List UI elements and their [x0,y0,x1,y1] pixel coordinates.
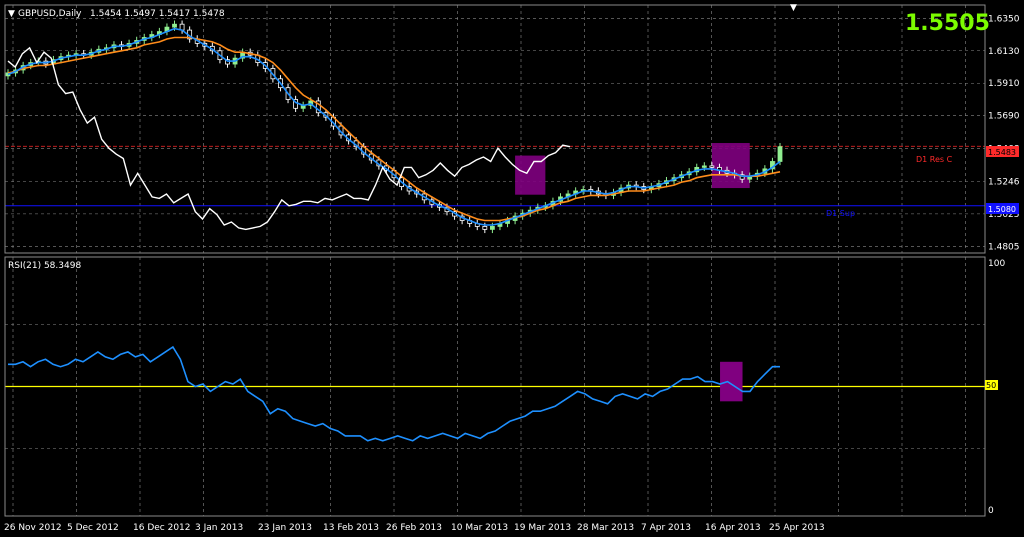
y-axis-tick-label: 1.5690 [988,112,1020,122]
rsi-min-label: 0 [988,506,994,516]
candle-body [489,226,495,230]
main-grid: 26 Nov 2012 5 Dec 2012 16 Dec 2012 3 Jan 20… [4,5,1020,533]
candle-body [482,226,488,230]
ohlc-label: 1.5454 1.5497 1.5417 1.5478 [90,9,225,19]
x-axis-tick-label: 7 Apr 2013 [641,523,691,533]
candle-body [172,23,177,28]
candle-body [709,165,715,168]
price-plot [5,20,985,234]
scroll-marker-icon[interactable]: ▼ [790,3,797,13]
chart-window: 26 Nov 2012 5 Dec 2012 16 Dec 2012 3 Jan 20… [4,3,1020,533]
x-axis-tick-label: 10 Mar 2013 [451,523,508,533]
resistance-price-tag-text: 1.5483 [988,148,1016,157]
rsi-title: RSI(21) 58.3498 [8,261,81,271]
x-axis-tick-label: 23 Jan 2013 [258,523,312,533]
x-axis-tick-label: 3 Jan 2013 [195,523,243,533]
symbol-label: GBPUSD,Daily [18,9,82,19]
candle-body [701,165,707,168]
candle-body [777,146,783,162]
highlight-box [711,143,750,189]
rsi-level-label: 50 [986,381,996,390]
rsi-max-label: 100 [988,259,1005,269]
y-axis-tick-label: 1.6130 [988,47,1020,57]
x-axis-tick-label: 16 Apr 2013 [705,523,761,533]
x-axis-tick-label: 28 Mar 2013 [577,523,634,533]
x-axis-tick-label: 26 Nov 2012 [4,523,62,533]
rsi-highlight-box [720,361,743,402]
current-price-display: 1.5505 [905,11,990,36]
y-axis-tick-label: 1.5246 [988,177,1020,187]
x-axis-tick-label: 19 Mar 2013 [514,523,571,533]
rsi-plot [5,345,985,442]
x-axis-tick-label: 13 Feb 2013 [323,523,379,533]
y-axis-tick-label: 1.4805 [988,242,1020,252]
y-axis-tick-label: 1.5910 [988,79,1020,89]
x-axis-tick-label: 5 Dec 2012 [67,523,119,533]
x-axis-tick-label: 25 Apr 2013 [769,523,825,533]
x-axis-tick-label: 26 Feb 2013 [386,523,442,533]
x-axis-tick-label: 16 Dec 2012 [133,523,191,533]
overlay-line [7,46,571,231]
support-price-tag-text: 1.5080 [988,205,1016,214]
support-label: D1 Sup [826,209,855,218]
y-axis-tick-label: 1.6350 [988,14,1020,24]
dropdown-arrow-icon[interactable]: ▼ [8,9,15,19]
resistance-label: D1 Res C [916,155,953,164]
